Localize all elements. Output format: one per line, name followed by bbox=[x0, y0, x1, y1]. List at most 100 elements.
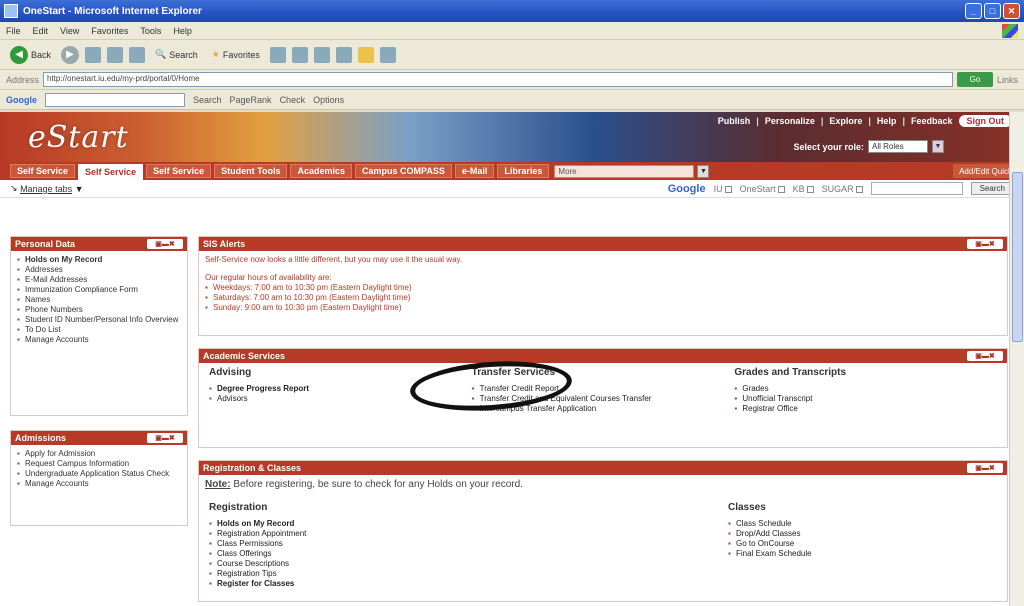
grades-section: Grades and Transcripts Grades Unofficial… bbox=[734, 367, 997, 414]
minimize-button[interactable]: _ bbox=[965, 3, 982, 19]
link-explore[interactable]: Explore bbox=[829, 116, 862, 126]
scroll-thumb[interactable] bbox=[1012, 172, 1023, 342]
maximize-button[interactable]: □ bbox=[984, 3, 1001, 19]
tab-options-icon[interactable]: ↘ bbox=[10, 183, 18, 194]
list-item[interactable]: Apply for Admission bbox=[17, 449, 181, 459]
page-content: eStart Publish | Personalize | Explore | He… bbox=[0, 112, 1024, 606]
close-button[interactable]: ✕ bbox=[1003, 3, 1020, 19]
checkbox-sugar[interactable] bbox=[855, 185, 863, 193]
list-item[interactable]: Holds on My Record bbox=[17, 255, 181, 265]
panel-header: Personal Data ▣▬✖ bbox=[11, 237, 187, 251]
list-item[interactable]: Manage Accounts bbox=[17, 479, 181, 489]
list-item[interactable]: To Do List bbox=[17, 325, 181, 335]
list-item[interactable]: Request Campus Information bbox=[17, 459, 181, 469]
link-personalize[interactable]: Personalize bbox=[765, 116, 815, 126]
menu-favorites[interactable]: Favorites bbox=[91, 26, 128, 36]
panel-controls[interactable]: ▣▬✖ bbox=[967, 463, 1003, 473]
tab-academics[interactable]: Academics bbox=[290, 164, 352, 178]
list-item[interactable]: Addresses bbox=[17, 265, 181, 275]
more-tabs-dropdown[interactable]: More bbox=[554, 164, 695, 178]
home-icon[interactable] bbox=[129, 46, 146, 63]
panel-controls[interactable]: ▣▬✖ bbox=[147, 433, 183, 443]
estart-logo[interactable]: eStart bbox=[28, 120, 129, 155]
media-icon[interactable] bbox=[269, 46, 286, 63]
folder-icon[interactable] bbox=[357, 46, 374, 63]
checkbox-onestart[interactable] bbox=[777, 185, 785, 193]
check-button[interactable]: Check bbox=[280, 95, 306, 105]
chevron-down-icon[interactable]: ▼ bbox=[697, 164, 710, 178]
list-item[interactable]: Course Descriptions bbox=[209, 559, 478, 569]
panel-controls[interactable]: ▣▬✖ bbox=[967, 351, 1003, 361]
link-feedback[interactable]: Feedback bbox=[911, 116, 953, 126]
tab-campus-compass[interactable]: Campus COMPASS bbox=[355, 164, 452, 178]
list-item[interactable]: Phone Numbers bbox=[17, 305, 181, 315]
chevron-down-icon[interactable]: ▼ bbox=[932, 140, 944, 153]
panel-controls[interactable]: ▣▬✖ bbox=[967, 239, 1003, 249]
google-toolbar-input[interactable] bbox=[45, 92, 185, 107]
panel-header: SIS Alerts ▣▬✖ bbox=[199, 237, 1007, 251]
list-item[interactable]: Names bbox=[17, 295, 181, 305]
pagerank-button[interactable]: PageRank bbox=[230, 95, 272, 105]
list-item[interactable]: Class Offerings bbox=[209, 549, 478, 559]
list-item[interactable]: Register for Classes bbox=[209, 579, 478, 589]
forward-button[interactable]: ▶ bbox=[61, 45, 80, 64]
link-publish[interactable]: Publish bbox=[718, 116, 751, 126]
list-item[interactable]: Class Schedule bbox=[728, 519, 997, 529]
tab-email[interactable]: e-Mail bbox=[454, 164, 495, 178]
address-input[interactable]: http://onestart.iu.edu/my-prd/portal/0/H… bbox=[43, 72, 953, 87]
go-button[interactable]: Go bbox=[956, 72, 993, 87]
menu-file[interactable]: File bbox=[6, 26, 21, 36]
manage-tabs-link[interactable]: Manage tabs bbox=[20, 184, 72, 194]
list-item[interactable]: Manage Accounts bbox=[17, 335, 181, 345]
tab-self-service-1[interactable]: Self Service bbox=[10, 164, 76, 178]
list-item[interactable]: Undergraduate Application Status Check bbox=[17, 469, 181, 479]
tab-bar: Self Service Self Service Self Service S… bbox=[0, 162, 1024, 180]
list-item[interactable]: Class Permissions bbox=[209, 539, 478, 549]
list-item[interactable]: Drop/Add Classes bbox=[728, 529, 997, 539]
history-icon[interactable] bbox=[291, 46, 308, 63]
list-item[interactable]: Go to OnCourse bbox=[728, 539, 997, 549]
link-help[interactable]: Help bbox=[877, 116, 897, 126]
tab-self-service-3[interactable]: Self Service bbox=[146, 164, 212, 178]
menu-edit[interactable]: Edit bbox=[33, 26, 49, 36]
messenger-icon[interactable] bbox=[379, 46, 396, 63]
panel-title: SIS Alerts bbox=[203, 239, 246, 249]
list-item[interactable]: Unofficial Transcript bbox=[734, 394, 997, 404]
list-item: Weekdays: 7:00 am to 10:30 pm (Eastern D… bbox=[205, 283, 1001, 293]
sign-out-button[interactable]: Sign Out bbox=[958, 115, 1012, 127]
list-item[interactable]: Student ID Number/Personal Info Overview bbox=[17, 315, 181, 325]
menu-tools[interactable]: Tools bbox=[140, 26, 161, 36]
options-button[interactable]: Options bbox=[313, 95, 344, 105]
refresh-icon[interactable] bbox=[107, 46, 124, 63]
list-item[interactable]: Registrar Office bbox=[734, 404, 997, 414]
panel-controls[interactable]: ▣▬✖ bbox=[147, 239, 183, 249]
panel-header: Registration & Classes ▣▬✖ bbox=[199, 461, 1007, 475]
portal-search-input[interactable] bbox=[870, 182, 963, 195]
list-item[interactable]: Grades bbox=[734, 384, 997, 394]
print-icon[interactable] bbox=[335, 46, 352, 63]
list-item[interactable]: Final Exam Schedule bbox=[728, 549, 997, 559]
mail-icon[interactable] bbox=[313, 46, 330, 63]
tab-libraries[interactable]: Libraries bbox=[497, 164, 550, 178]
list-item[interactable]: Registration Appointment bbox=[209, 529, 478, 539]
stop-icon[interactable] bbox=[85, 46, 102, 63]
checkbox-kb[interactable] bbox=[806, 185, 814, 193]
links-label[interactable]: Links bbox=[997, 75, 1018, 85]
vertical-scrollbar[interactable] bbox=[1009, 112, 1024, 606]
google-search-button[interactable]: Search bbox=[193, 95, 222, 105]
list-item[interactable]: Immunization Compliance Form bbox=[17, 285, 181, 295]
list-item[interactable]: Holds on My Record bbox=[209, 519, 478, 529]
search-button[interactable]: 🔍 Search bbox=[151, 45, 202, 65]
role-dropdown[interactable]: All Roles bbox=[868, 140, 928, 153]
list-item[interactable]: Registration Tips bbox=[209, 569, 478, 579]
tab-student-tools[interactable]: Student Tools bbox=[214, 164, 288, 178]
checkbox-iu[interactable] bbox=[724, 185, 732, 193]
list-item[interactable]: E-Mail Addresses bbox=[17, 275, 181, 285]
favorites-button[interactable]: ★ Favorites bbox=[208, 45, 264, 65]
portal-search-button[interactable]: Search bbox=[970, 182, 1014, 195]
back-button[interactable]: ◀ Back bbox=[6, 45, 55, 65]
tab-self-service-active[interactable]: Self Service bbox=[78, 164, 144, 180]
menu-help[interactable]: Help bbox=[173, 26, 192, 36]
menu-view[interactable]: View bbox=[60, 26, 79, 36]
note-lead: Note: bbox=[205, 479, 231, 490]
